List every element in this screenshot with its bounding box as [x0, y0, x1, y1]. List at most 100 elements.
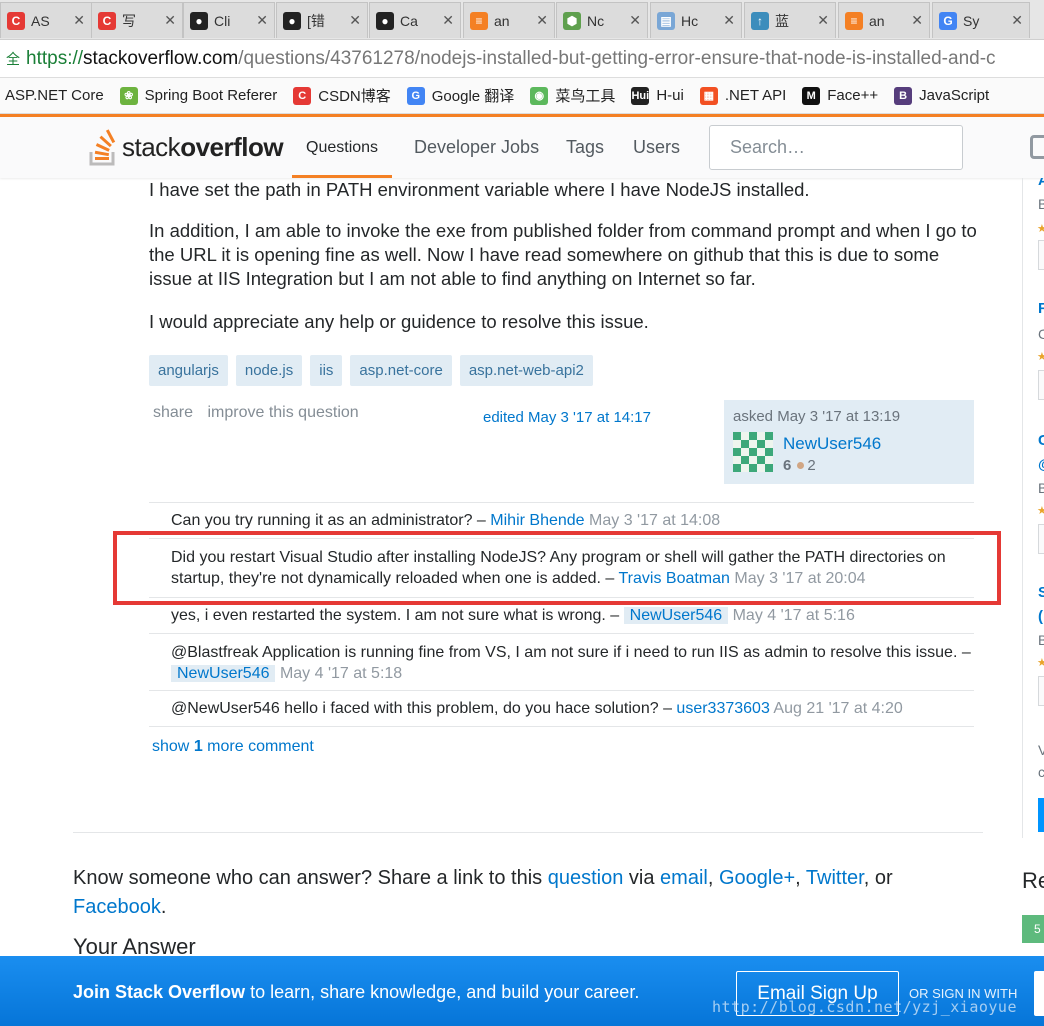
comment-date[interactable]: May 4 '17 at 5:16: [733, 607, 855, 624]
question-link[interactable]: question: [548, 867, 624, 889]
stackoverflow-icon: ≡: [845, 11, 863, 30]
sidebar-item[interactable]: (: [1038, 608, 1043, 625]
bookmark-item[interactable]: ▦ .NET API: [699, 86, 786, 105]
edited-link[interactable]: edited May 3 '17 at 14:17: [483, 409, 651, 426]
sidebar-meta: V: [1038, 742, 1044, 758]
email-link[interactable]: email: [660, 867, 708, 889]
comment-row: @Blastfreak Application is running fine …: [149, 634, 974, 691]
facebook-link[interactable]: Facebook: [73, 896, 161, 918]
close-icon[interactable]: ✕: [817, 12, 829, 29]
owner-username[interactable]: NewUser546: [783, 434, 881, 454]
close-icon[interactable]: ✕: [164, 12, 176, 29]
sidebar-item[interactable]: F: [1038, 300, 1044, 317]
sidebar-item[interactable]: C: [1038, 432, 1044, 449]
bookmark-item[interactable]: ❀ Spring Boot Referer: [119, 86, 277, 105]
close-icon[interactable]: ✕: [442, 12, 454, 29]
hui-icon: Hui: [631, 86, 650, 105]
close-icon[interactable]: ✕: [723, 12, 735, 29]
sidebar-item[interactable]: @: [1038, 456, 1044, 473]
address-bar[interactable]: 全 https:// stackoverflow.com /questions/…: [0, 40, 1044, 78]
logo-text-light: stack: [122, 131, 181, 162]
related-count-badge: 5: [1022, 915, 1044, 943]
bookmark-item[interactable]: M Face++: [802, 86, 878, 105]
comment-author-link[interactable]: NewUser546: [171, 665, 276, 682]
sidebar-item[interactable]: S: [1038, 584, 1044, 601]
stackoverflow-logo[interactable]: stackoverflow: [88, 127, 284, 167]
translate-icon: G: [406, 86, 425, 105]
bookmark-item[interactable]: ASP.NET Core: [5, 87, 104, 104]
comment-list: Can you try running it as an administrat…: [149, 502, 974, 727]
google-signin-button[interactable]: [1034, 971, 1044, 1016]
site-header: stackoverflow Questions Developer Jobs T…: [0, 114, 1044, 178]
twitter-link[interactable]: Twitter: [806, 867, 864, 889]
show-more-comments-link[interactable]: show 1 more comment: [152, 738, 314, 756]
tag-asp-net-web-api2[interactable]: asp.net-web-api2: [459, 355, 593, 386]
csdn-icon: C: [98, 11, 116, 30]
browser-tab[interactable]: C AS ✕: [0, 2, 92, 38]
bookmark-item[interactable]: B JavaScript: [894, 86, 989, 105]
browser-tab[interactable]: C 写 ✕: [91, 2, 183, 38]
close-icon[interactable]: ✕: [349, 12, 361, 29]
close-icon[interactable]: ✕: [536, 12, 548, 29]
bookmark-item[interactable]: C CSDN博客: [293, 85, 391, 106]
tag-asp-net-core[interactable]: asp.net-core: [350, 355, 452, 386]
close-icon[interactable]: ✕: [256, 12, 268, 29]
avatar[interactable]: [733, 432, 773, 472]
github-icon: ●: [190, 11, 208, 30]
comment-date[interactable]: Aug 21 '17 at 4:20: [773, 700, 902, 717]
browser-tab[interactable]: ↑ 蓝 ✕: [744, 2, 836, 38]
comment-author-link[interactable]: Mihir Bhende: [490, 512, 584, 529]
googleplus-link[interactable]: Google+: [719, 867, 795, 889]
bronze-badge-count: 2: [807, 457, 816, 474]
question-body: I have set the path in PATH environment …: [0, 178, 1044, 1026]
comment-author-link[interactable]: user3373603: [676, 700, 769, 717]
comment-date[interactable]: May 3 '17 at 14:08: [589, 512, 720, 529]
tag-angularjs[interactable]: angularjs: [149, 355, 228, 386]
inbox-icon[interactable]: [1030, 135, 1044, 159]
browser-tab[interactable]: G Sy ✕: [932, 2, 1030, 38]
signup-message-bold: Join Stack Overflow: [73, 982, 246, 1002]
browser-tab[interactable]: ▤ Hc ✕: [650, 2, 742, 38]
sidebar-border: [1022, 178, 1023, 838]
sidebar-button[interactable]: [1038, 798, 1044, 832]
show-more-prefix: show: [152, 738, 190, 755]
sidebar-star-icon: ★: [1037, 223, 1044, 235]
browser-tab[interactable]: ● Ca ✕: [369, 2, 461, 38]
comment-date[interactable]: May 4 '17 at 5:18: [280, 665, 402, 682]
sidebar-item[interactable]: A: [1038, 178, 1044, 189]
comment-author-link[interactable]: NewUser546: [623, 607, 729, 624]
nav-users[interactable]: Users: [619, 117, 694, 178]
bookmark-label: CSDN博客: [318, 88, 391, 105]
github-icon: ●: [376, 11, 394, 30]
sidebar-meta: B: [1038, 196, 1044, 212]
search-input[interactable]: Search…: [709, 125, 963, 170]
stackoverflow-logo-icon: [89, 129, 116, 166]
improve-question-link[interactable]: improve this question: [207, 404, 358, 421]
browser-tab[interactable]: ● [错 ✕: [276, 2, 368, 38]
bookmark-item[interactable]: Hui H-ui: [631, 86, 684, 105]
close-icon[interactable]: ✕: [629, 12, 641, 29]
bookmark-item[interactable]: ◉ 菜鸟工具: [530, 85, 615, 106]
browser-tab-strip: C AS ✕ C 写 ✕ ● Cli ✕ ● [错 ✕ ● Ca ✕ ≡ an ✕ ⬢ Nc ✕ ▤ Hc ✕ ↑ 蓝 ✕ ≡ an ✕ G…: [0, 0, 1044, 40]
nav-questions[interactable]: Questions: [292, 117, 393, 178]
bookmark-item[interactable]: G Google 翻译: [406, 85, 514, 106]
upload-icon: ↑: [751, 11, 769, 30]
sidebar-meta: C: [1038, 326, 1044, 342]
browser-tab-label: Cli: [214, 12, 231, 29]
close-icon[interactable]: ✕: [911, 12, 923, 29]
browser-tab[interactable]: ⬢ Nc ✕: [556, 2, 648, 38]
nodejs-icon: ⬢: [563, 11, 581, 30]
browser-tab[interactable]: ≡ an ✕: [463, 2, 555, 38]
sidebar-meta: B: [1038, 480, 1044, 496]
browser-tab[interactable]: ≡ an ✕: [838, 2, 930, 38]
close-icon[interactable]: ✕: [73, 12, 85, 29]
browser-tab-label: Nc: [587, 12, 605, 29]
close-icon[interactable]: ✕: [1011, 12, 1023, 29]
nav-developer-jobs[interactable]: Developer Jobs: [400, 117, 553, 178]
nav-tags[interactable]: Tags: [552, 117, 618, 178]
sidebar-star-icon: ★: [1037, 351, 1044, 363]
share-link[interactable]: share: [153, 404, 193, 421]
tag-nodejs[interactable]: node.js: [235, 355, 303, 386]
tag-iis[interactable]: iis: [310, 355, 343, 386]
browser-tab[interactable]: ● Cli ✕: [183, 2, 275, 38]
